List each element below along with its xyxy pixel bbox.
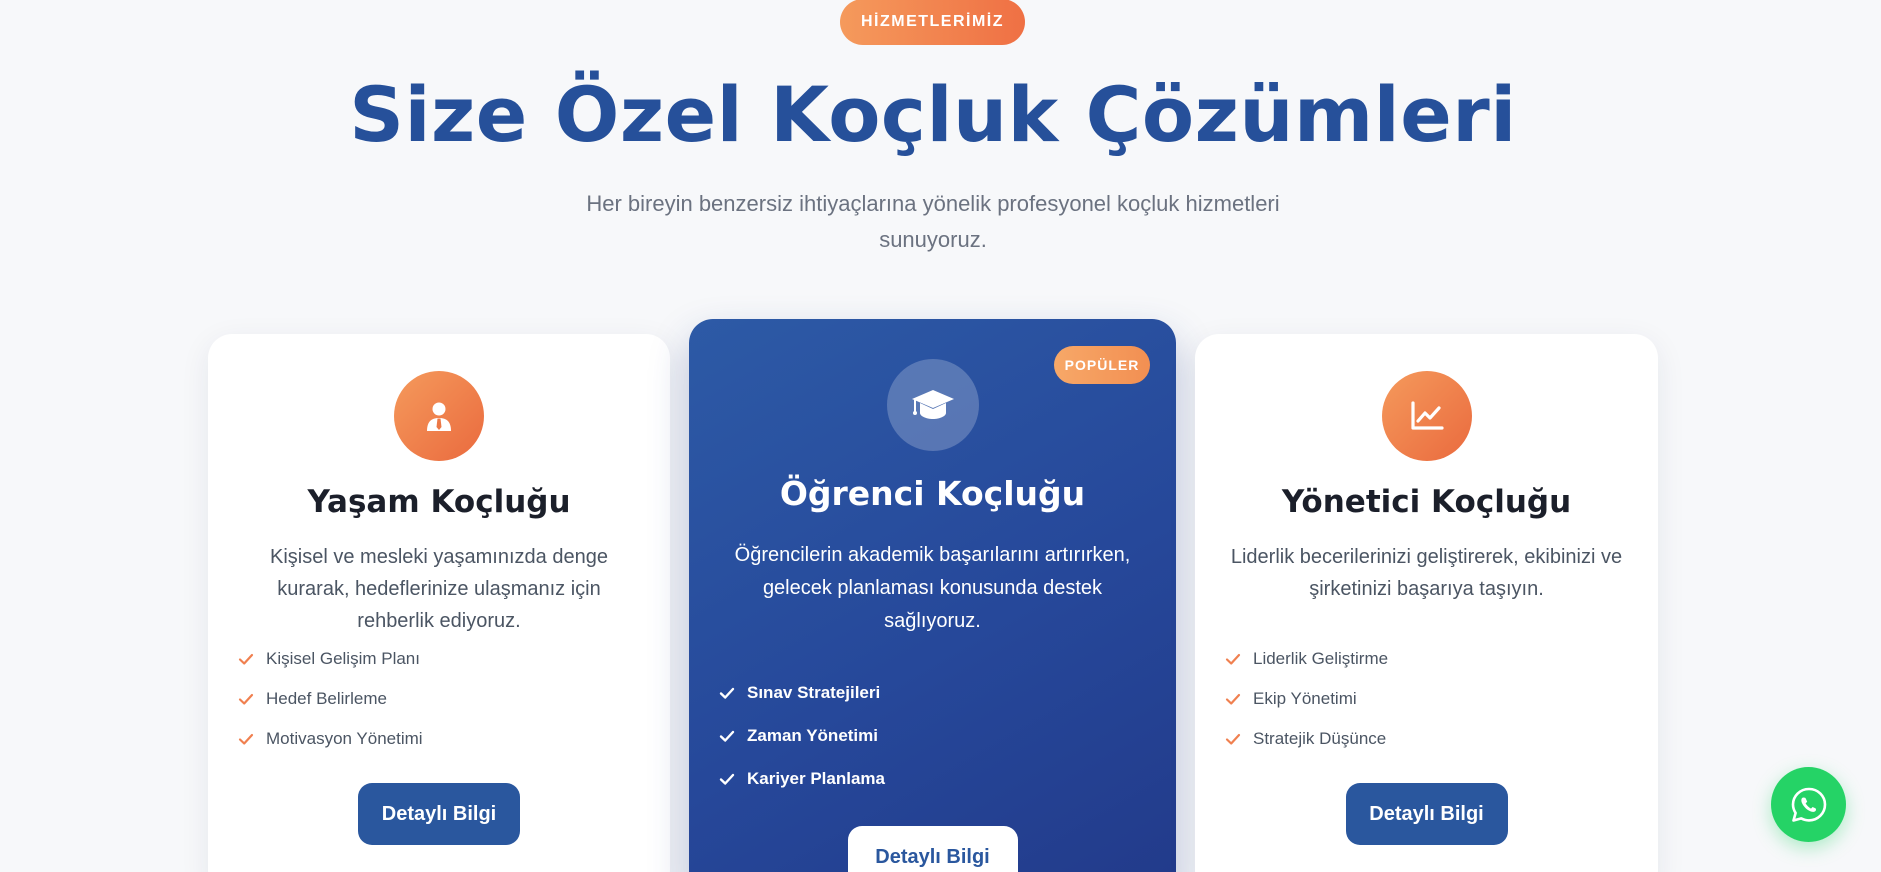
feature-item: Stratejik Düşünce	[1225, 719, 1388, 759]
feature-item: Zaman Yönetimi	[719, 714, 885, 757]
whatsapp-button[interactable]	[1771, 767, 1846, 842]
line-chart-icon	[1381, 371, 1472, 461]
feature-label: Motivasyon Yönetimi	[266, 729, 423, 748]
details-button[interactable]: Detaylı Bilgi	[847, 826, 1018, 872]
popular-badge: POPÜLER	[1054, 346, 1150, 384]
feature-label: Kariyer Planlama	[747, 768, 885, 788]
feature-label: Sınav Stratejileri	[747, 682, 881, 702]
service-card-student-coaching: POPÜLER Öğrenci Koçluğu Öğrencilerin aka…	[689, 319, 1176, 872]
feature-item: Hedef Belirleme	[238, 679, 423, 719]
feature-label: Stratejik Düşünce	[1253, 729, 1387, 748]
check-icon	[1225, 693, 1241, 705]
feature-list: Liderlik Geliştirme Ekip Yönetimi Strate…	[1225, 639, 1388, 759]
feature-label: Hedef Belirleme	[266, 689, 387, 708]
check-icon	[719, 730, 735, 742]
feature-item: Kariyer Planlama	[719, 757, 885, 800]
person-tie-icon	[394, 371, 484, 461]
graduation-cap-icon	[886, 359, 979, 451]
card-description: Kişisel ve mesleki yaşamınızda denge kur…	[270, 546, 608, 632]
feature-label: Zaman Yönetimi	[747, 725, 878, 745]
check-icon	[719, 687, 735, 699]
details-button[interactable]: Detaylı Bilgi	[1345, 783, 1508, 845]
check-icon	[1225, 733, 1241, 745]
feature-list: Kişisel Gelişim Planı Hedef Belirleme Mo…	[238, 639, 423, 759]
card-description: Liderlik becerilerinizi geliştirerek, ek…	[1230, 546, 1623, 600]
service-card-executive-coaching: Yönetici Koçluğu Liderlik becerilerinizi…	[1195, 334, 1658, 872]
check-icon	[719, 773, 735, 785]
feature-item: Motivasyon Yönetimi	[238, 719, 423, 759]
feature-label: Liderlik Geliştirme	[1253, 649, 1389, 668]
page-subtitle: Her bireyin benzersiz ihtiyaçlarına yöne…	[586, 191, 1280, 252]
feature-label: Ekip Yönetimi	[1253, 689, 1357, 708]
whatsapp-icon	[1791, 787, 1826, 822]
feature-item: Ekip Yönetimi	[1225, 679, 1388, 719]
feature-label: Kişisel Gelişim Planı	[266, 649, 420, 668]
details-button[interactable]: Detaylı Bilgi	[358, 783, 520, 845]
feature-item: Sınav Stratejileri	[719, 671, 885, 714]
check-icon	[1225, 653, 1241, 665]
check-icon	[238, 653, 254, 665]
page-title: Size Özel Koçluk Çözümleri	[349, 70, 1517, 159]
check-icon	[238, 733, 254, 745]
card-description: Öğrencilerin akademik başarılarını artır…	[734, 544, 1131, 632]
section-eyebrow-badge: HİZMETLERİMİZ	[840, 0, 1025, 45]
service-card-life-coaching: Yaşam Koçluğu Kişisel ve mesleki yaşamın…	[208, 334, 670, 872]
feature-item: Liderlik Geliştirme	[1225, 639, 1388, 679]
check-icon	[238, 693, 254, 705]
card-title: Yönetici Koçluğu	[1281, 484, 1572, 520]
card-title: Öğrenci Koçluğu	[779, 474, 1086, 513]
feature-list: Sınav Stratejileri Zaman Yönetimi Kariye…	[719, 671, 885, 800]
feature-item: Kişisel Gelişim Planı	[238, 639, 423, 679]
card-title: Yaşam Koçluğu	[307, 484, 571, 520]
